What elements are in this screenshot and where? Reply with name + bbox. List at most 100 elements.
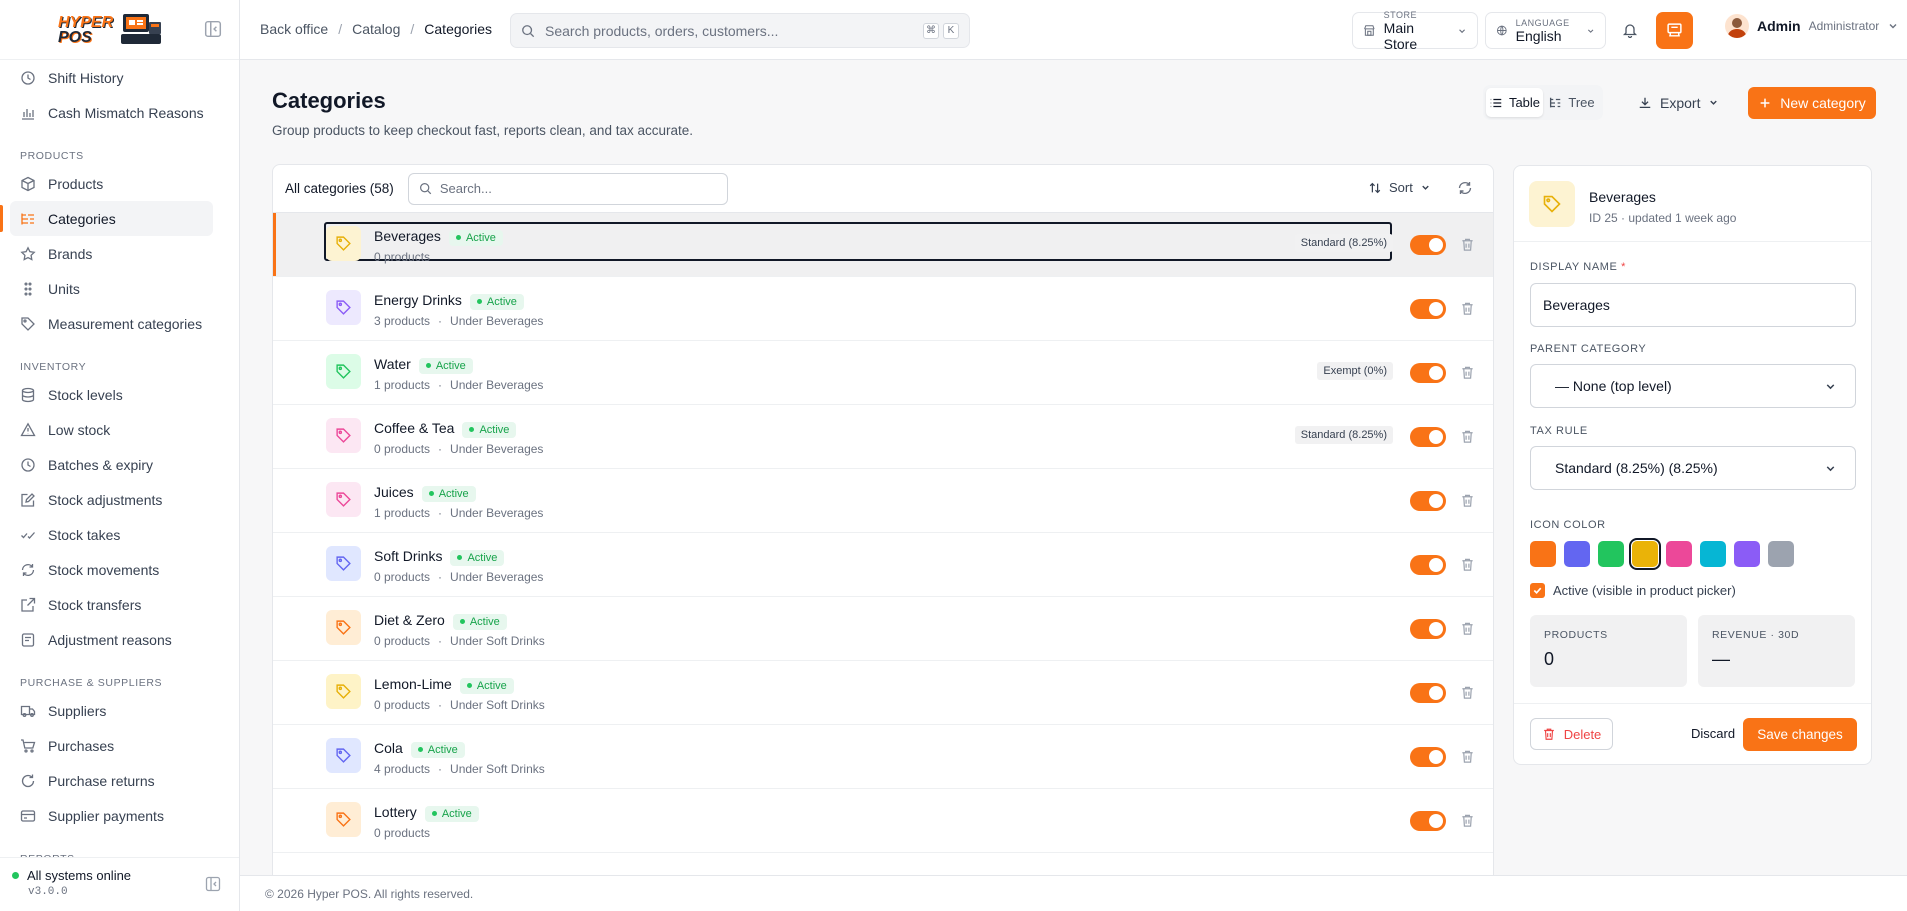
table-row[interactable]: Water Active 1 products · Under Beverages Exe…	[273, 341, 1493, 405]
sidebar-item-purchases[interactable]: Purchases	[10, 728, 213, 763]
table-row[interactable]: Lemon-Lime Active 0 products · Under Soft Dr…	[273, 661, 1493, 725]
trash-icon[interactable]	[1460, 749, 1475, 764]
chevron-down-icon	[1458, 28, 1465, 33]
sidebar-item-adjustment-reasons[interactable]: Adjustment reasons	[10, 622, 213, 657]
trash-icon[interactable]	[1460, 429, 1475, 444]
active-toggle[interactable]	[1410, 683, 1446, 703]
color-swatch[interactable]	[1666, 541, 1692, 567]
active-toggle[interactable]	[1410, 811, 1446, 831]
open-pos-button[interactable]	[1656, 12, 1693, 49]
sidebar-item-stock-adjustments[interactable]: Stock adjustments	[10, 482, 213, 517]
trash-icon[interactable]	[1460, 813, 1475, 828]
trash-icon[interactable]	[1460, 557, 1475, 572]
sidebar-item-shift-history[interactable]: Shift History	[10, 60, 213, 95]
category-search-input[interactable]: Search...	[407, 172, 728, 205]
view-table-button[interactable]: Table	[1486, 88, 1543, 117]
table-row[interactable]: Energy Drinks Active 3 products · Under Beve…	[273, 277, 1493, 341]
table-row[interactable]: Soft Drinks Active 0 products · Under Bevera…	[273, 533, 1493, 597]
bell-icon[interactable]	[1622, 22, 1638, 38]
brand-line1: HYPER	[58, 13, 114, 31]
sidebar-item-label: Purchases	[48, 737, 115, 754]
active-toggle[interactable]	[1410, 299, 1446, 319]
table-row[interactable]: Cola Active 4 products · Under Soft Drinks	[273, 725, 1493, 789]
category-meta: 4 products · Under Soft Drinks	[374, 762, 545, 776]
active-toggle[interactable]	[1410, 363, 1446, 383]
color-swatch[interactable]	[1734, 541, 1760, 567]
table-row[interactable]: Beverages Active 0 products Standard (8.25%…	[273, 213, 1493, 277]
sidebar-collapse-icon[interactable]	[204, 20, 222, 38]
trash-icon[interactable]	[1460, 365, 1475, 380]
refresh-icon[interactable]	[1457, 180, 1473, 196]
active-toggle[interactable]	[1410, 747, 1446, 767]
chevron-down-icon	[1889, 24, 1897, 29]
active-toggle[interactable]	[1410, 555, 1446, 575]
sidebar-item-products[interactable]: Products	[10, 166, 213, 201]
delete-button[interactable]: Delete	[1530, 718, 1613, 750]
trash-icon[interactable]	[1460, 301, 1475, 316]
color-swatch[interactable]	[1530, 541, 1556, 567]
table-row[interactable]: Coffee & Tea Active 0 products · Under Bever…	[273, 405, 1493, 469]
color-swatch[interactable]	[1629, 538, 1661, 570]
save-changes-button[interactable]: Save changes	[1743, 718, 1857, 751]
sidebar-item-supplier-payments[interactable]: Supplier payments	[10, 798, 213, 833]
sidebar-item-categories[interactable]: Categories	[0, 201, 213, 236]
list-title: All categories (58)	[285, 181, 394, 196]
sidebar-item-units[interactable]: Units	[10, 271, 213, 306]
sidebar-item-cash-mismatch-reasons[interactable]: Cash Mismatch Reasons	[10, 95, 213, 130]
display-name-field[interactable]: Beverages	[1530, 283, 1856, 327]
color-swatch[interactable]	[1564, 541, 1590, 567]
product-count: 0 products	[374, 698, 431, 712]
trash-icon[interactable]	[1460, 493, 1475, 508]
parent-category-select[interactable]: — None (top level)	[1530, 364, 1856, 408]
breadcrumb-catalog[interactable]: Catalog	[352, 21, 400, 37]
panel-toggle-icon[interactable]	[205, 876, 221, 892]
status-badge: Active	[418, 357, 473, 374]
color-swatch[interactable]	[1700, 541, 1726, 567]
table-row[interactable]: Juices Active 1 products · Under Beverages	[273, 469, 1493, 533]
breadcrumb-back-office[interactable]: Back office	[260, 21, 328, 37]
active-checkbox[interactable]: Active (visible in product picker)	[1530, 583, 1736, 598]
display-name-value: Beverages	[1543, 297, 1610, 313]
plus-icon	[1760, 98, 1770, 108]
tax-rule-select[interactable]: Standard (8.25%) (8.25%)	[1530, 446, 1856, 490]
active-toggle[interactable]	[1410, 427, 1446, 447]
active-toggle[interactable]	[1410, 619, 1446, 639]
list-tree-icon	[21, 213, 34, 224]
store-selector[interactable]: STORE Main Store	[1352, 10, 1478, 52]
global-search-input[interactable]: Search products, orders, customers... ⌘ K	[510, 13, 970, 48]
sidebar-item-measurement-categories[interactable]: Measurement categories	[10, 306, 213, 341]
color-swatch[interactable]	[1768, 541, 1794, 567]
sidebar-item-stock-levels[interactable]: Stock levels	[10, 377, 213, 412]
export-button[interactable]: Export	[1638, 86, 1719, 119]
discard-button[interactable]: Discard	[1691, 726, 1735, 741]
sidebar-item-stock-movements[interactable]: Stock movements	[10, 552, 213, 587]
category-name-text: Lemon-Lime	[374, 676, 452, 692]
active-toggle[interactable]	[1410, 235, 1446, 255]
category-name: Soft Drinks Active	[374, 548, 505, 566]
category-meta: 0 products · Under Beverages	[374, 570, 544, 584]
sort-button[interactable]: Sort	[1368, 180, 1431, 195]
brand-logo[interactable]: HYPER POS	[58, 12, 163, 48]
sidebar-item-stock-takes[interactable]: Stock takes	[10, 517, 213, 552]
sidebar-item-low-stock[interactable]: Low stock	[10, 412, 213, 447]
sidebar-item-suppliers[interactable]: Suppliers	[10, 693, 213, 728]
trash-icon[interactable]	[1460, 237, 1475, 252]
sidebar-item-stock-transfers[interactable]: Stock transfers	[10, 587, 213, 622]
sidebar-item-brands[interactable]: Brands	[10, 236, 213, 271]
table-row[interactable]: Lottery Active 0 products	[273, 789, 1493, 853]
product-count: 4 products	[374, 762, 431, 776]
new-category-button[interactable]: New category	[1748, 87, 1876, 119]
trash-icon[interactable]	[1460, 685, 1475, 700]
sidebar-item-batches-expiry[interactable]: Batches & expiry	[10, 447, 213, 482]
language-selector[interactable]: LANGUAGE English	[1485, 12, 1606, 49]
table-row[interactable]: Diet & Zero Active 0 products · Under Soft D…	[273, 597, 1493, 661]
tax-chip: Exempt (0%)	[1317, 362, 1393, 380]
trash-icon[interactable]	[1460, 621, 1475, 636]
view-tree-button[interactable]: Tree	[1543, 88, 1600, 117]
category-name: Lemon-Lime Active	[374, 676, 514, 694]
tag-icon	[336, 236, 351, 251]
color-swatch[interactable]	[1598, 541, 1624, 567]
user-menu[interactable]: Admin Administrator	[1725, 14, 1899, 38]
active-toggle[interactable]	[1410, 491, 1446, 511]
sidebar-item-purchase-returns[interactable]: Purchase returns	[10, 763, 213, 798]
